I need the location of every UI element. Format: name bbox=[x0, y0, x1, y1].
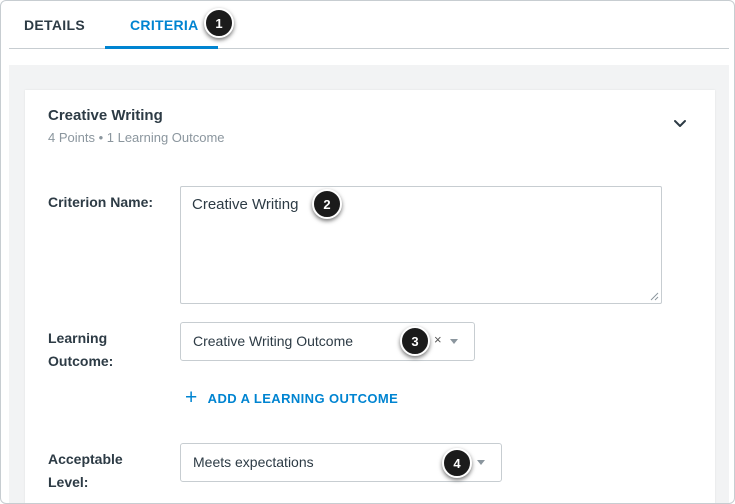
criterion-name-value: Creative Writing bbox=[192, 196, 299, 213]
callout-badge-4: 4 bbox=[442, 448, 472, 478]
add-learning-outcome-label: ADD A LEARNING OUTCOME bbox=[207, 390, 399, 406]
acceptable-level-label-line-1: Acceptable bbox=[48, 451, 123, 467]
acceptable-level-value: Meets expectations bbox=[193, 454, 314, 470]
criteria-panel: Creative Writing 4 Points • 1 Learning O… bbox=[9, 65, 729, 503]
tab-criteria[interactable]: CRITERIA bbox=[130, 17, 199, 33]
plus-icon: + bbox=[185, 386, 198, 409]
learning-outcome-label-line-1: Learning bbox=[48, 330, 108, 346]
add-learning-outcome-button[interactable]: + ADD A LEARNING OUTCOME bbox=[185, 386, 399, 409]
learning-outcome-label-line-2: Outcome: bbox=[48, 353, 114, 369]
chevron-down-icon[interactable] bbox=[670, 117, 690, 131]
close-icon[interactable]: × bbox=[434, 332, 442, 347]
callout-badge-1: 1 bbox=[204, 8, 234, 38]
acceptable-level-label: Acceptable Level: bbox=[48, 448, 123, 494]
criterion-card: Creative Writing 4 Points • 1 Learning O… bbox=[25, 90, 715, 503]
acceptable-level-label-line-2: Level: bbox=[48, 474, 89, 490]
criterion-name-field[interactable]: Creative Writing bbox=[180, 186, 662, 304]
learning-outcome-select[interactable]: Creative Writing Outcome × bbox=[180, 322, 475, 361]
tab-details[interactable]: DETAILS bbox=[24, 17, 85, 33]
caret-down-icon[interactable] bbox=[450, 339, 458, 344]
tab-bar: DETAILS CRITERIA bbox=[9, 1, 729, 49]
learning-outcome-label: Learning Outcome: bbox=[48, 327, 113, 373]
app-window: DETAILS CRITERIA 1 Creative Writing 4 Po… bbox=[0, 0, 735, 504]
criterion-summary: 4 Points • 1 Learning Outcome bbox=[48, 130, 225, 145]
criterion-name-label: Criterion Name: bbox=[48, 194, 154, 210]
caret-down-icon[interactable] bbox=[477, 460, 485, 465]
callout-badge-3: 3 bbox=[400, 326, 430, 356]
active-tab-indicator bbox=[105, 46, 218, 49]
resize-handle-icon[interactable] bbox=[650, 292, 659, 301]
learning-outcome-value: Creative Writing Outcome bbox=[193, 333, 354, 349]
callout-badge-2: 2 bbox=[312, 189, 342, 219]
criterion-title: Creative Writing bbox=[48, 107, 163, 124]
